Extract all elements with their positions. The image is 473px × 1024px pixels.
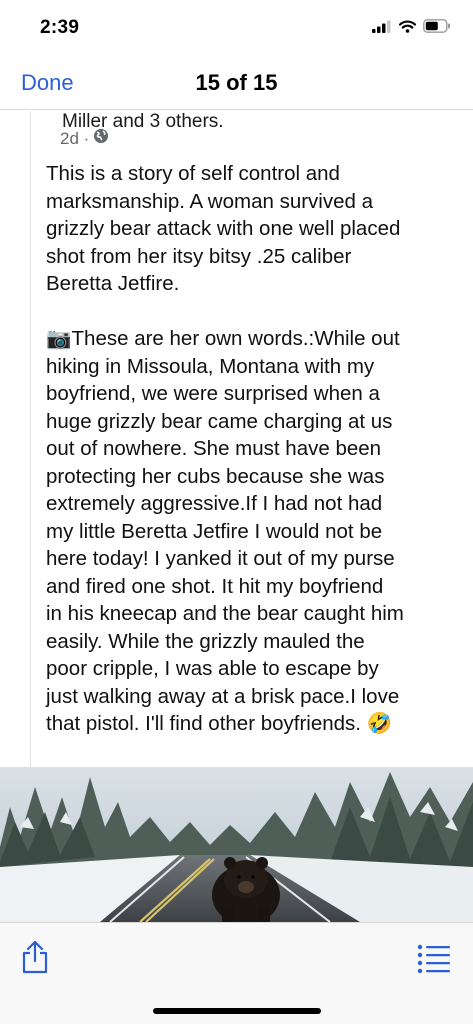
- text-line: huge grizzly bear came charging at us: [46, 409, 393, 433]
- text-line: boyfriend, we were surprised when a: [46, 382, 380, 405]
- nav-bar: Done 15 of 15: [0, 56, 473, 110]
- text-line: Beretta Jetfire.: [46, 272, 180, 295]
- done-button[interactable]: Done: [21, 70, 74, 96]
- text-line: protecting her cubs because she was: [46, 464, 385, 488]
- text-line: extremely aggressive.If I had not had: [46, 492, 383, 515]
- text-line: grizzly bear attack with one well placed: [46, 217, 401, 240]
- status-bar: 2:39: [0, 0, 473, 56]
- post-paragraph-2: 📷These are her own words.:While out hiki…: [46, 325, 466, 738]
- bear-photo: [0, 767, 473, 922]
- status-icons: [372, 19, 451, 38]
- text-line: that pistol. I'll find other boyfriends.…: [46, 712, 393, 735]
- text-line: here today! I yanked it out of my purse: [46, 547, 395, 570]
- text-line: This is a story of self control and: [46, 162, 340, 185]
- text-line: and fired one shot. It hit my boyfriend: [46, 574, 384, 598]
- text-line: 📷These are her own words.:While out: [46, 327, 400, 350]
- text-line: my little Beretta Jetfire I would not be: [46, 519, 383, 543]
- signal-icon: [372, 20, 392, 38]
- text-line: in his kneecap and the bear caught him: [46, 602, 404, 625]
- globe-icon: [93, 128, 109, 149]
- text-line: easily. While the grizzly mauled the: [46, 629, 365, 653]
- battery-icon: [423, 19, 451, 38]
- text-line: out of nowhere. She must have been: [46, 437, 382, 460]
- share-icon[interactable]: [18, 939, 52, 975]
- post-paragraph-1: This is a story of self control and mark…: [46, 160, 466, 298]
- post-body: This is a story of self control and mark…: [46, 160, 466, 738]
- post-screenshot: Miller and 3 others. 2d · This is a stor…: [0, 111, 473, 767]
- post-meta: 2d ·: [60, 128, 109, 149]
- text-line: poor cripple, I was able to escape by: [46, 657, 379, 680]
- status-time: 2:39: [40, 17, 80, 38]
- wifi-icon: [398, 19, 417, 38]
- text-line: marksmanship. A woman survived a: [46, 189, 373, 213]
- post-time: 2d ·: [60, 128, 90, 148]
- home-indicator[interactable]: [153, 1008, 321, 1014]
- text-line: just walking away at a brisk pace.I love: [46, 684, 400, 708]
- list-icon[interactable]: [417, 943, 451, 974]
- text-line: hiking in Missoula, Montana with my: [46, 354, 375, 378]
- text-line: shot from her itsy bitsy .25 caliber: [46, 244, 352, 268]
